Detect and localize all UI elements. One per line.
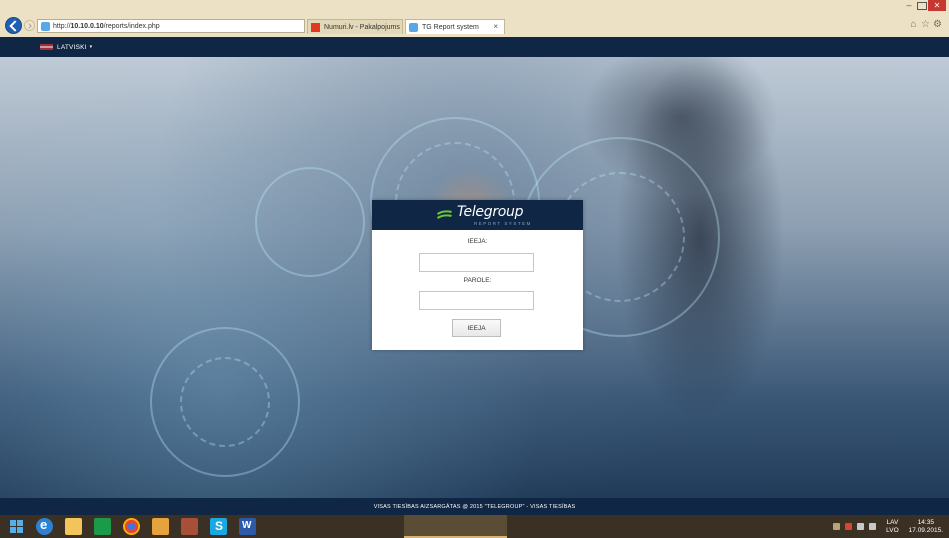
taskbar-active-window[interactable] [404,515,507,538]
home-icon[interactable]: ⌂ [908,19,919,30]
forward-button[interactable] [24,20,35,31]
minimize-window-button[interactable]: – [903,1,915,10]
page-favicon-icon [41,21,50,31]
tab-label: TG Report system [422,23,479,31]
file-explorer-icon[interactable] [65,518,82,535]
internet-explorer-icon[interactable] [36,517,53,535]
latvia-flag-icon [40,44,53,50]
tray-up-arrow-icon[interactable] [833,523,841,530]
login-header: Telegroup REPORT SYSTEM [372,200,583,230]
password-label: PAROLE: [463,277,492,284]
password-input[interactable] [419,291,534,310]
paint-icon[interactable] [152,518,169,535]
clock-time: 14:35 [917,518,934,526]
word-icon[interactable] [239,518,256,535]
tray-app-icon[interactable] [845,523,853,530]
clock[interactable]: 14:35 17.09.2015. [909,519,943,535]
tab-report-system[interactable]: TG Report system × [405,19,505,34]
username-label: IEEJA: [467,238,488,245]
top-navbar: LATVISKI ▾ [0,37,949,57]
tab-label: Numuri.lv - Pakalpojums [324,23,400,31]
input-language-indicator[interactable]: LAV LVO [886,519,899,535]
windows-start-icon[interactable] [10,520,23,533]
language-code: LAV [886,518,899,526]
browser-chrome: http://10.10.0.10/reports/index.php ⌕ ↻ … [0,0,949,37]
brand-subtitle: REPORT SYSTEM [474,221,532,226]
address-bar[interactable]: http://10.10.0.10/reports/index.php ⌕ ↻ [37,19,341,33]
decorative-ring [180,357,270,447]
login-submit-button[interactable]: IEEJA [452,319,501,337]
address-url: http://10.10.0.10/reports/index.php [53,22,160,30]
decorative-ring [255,167,365,277]
maximize-window-button[interactable] [917,2,927,10]
login-panel: Telegroup REPORT SYSTEM IEEJA: PAROLE: I… [372,200,583,350]
telegroup-logo-icon [437,210,452,219]
clock-date: 17.09.2015. [908,526,943,534]
close-window-button[interactable]: ✕ [928,0,946,11]
favorites-star-icon[interactable]: ☆ [920,19,931,30]
keyboard-layout: LVO [886,526,899,534]
app-icon[interactable] [181,518,198,535]
back-button[interactable] [5,17,22,34]
chrome-icon[interactable] [123,518,140,535]
tray-icons [833,523,877,530]
close-tab-icon[interactable]: × [493,22,498,31]
skype-icon[interactable] [210,518,227,535]
numuri-favicon-icon [311,22,320,32]
page-body: LATVISKI ▾ Telegroup REPORT SYSTEM IEEJA… [0,37,949,515]
settings-gear-icon[interactable]: ⚙ [932,19,943,30]
volume-icon[interactable] [869,523,877,530]
network-icon[interactable] [857,523,865,530]
report-favicon-icon [409,22,418,32]
chevron-down-icon: ▾ [89,44,93,50]
tab-numuri[interactable]: Numuri.lv - Pakalpojums [307,19,403,34]
language-selector[interactable]: LATVISKI ▾ [40,41,92,53]
store-icon[interactable] [94,518,111,535]
system-tray: LAV LVO 14:35 17.09.2015. [833,515,949,538]
username-input[interactable] [419,253,534,272]
copyright-text: VISAS TIESĪBAS AIZSARGĀTAS @ 2015 "TELEG… [373,503,576,510]
language-label: LATVISKI [57,43,87,51]
taskbar: LAV LVO 14:35 17.09.2015. [0,515,949,538]
brand-name: Telegroup [457,204,524,220]
page-footer: VISAS TIESĪBAS AIZSARGĀTAS @ 2015 "TELEG… [0,498,949,515]
